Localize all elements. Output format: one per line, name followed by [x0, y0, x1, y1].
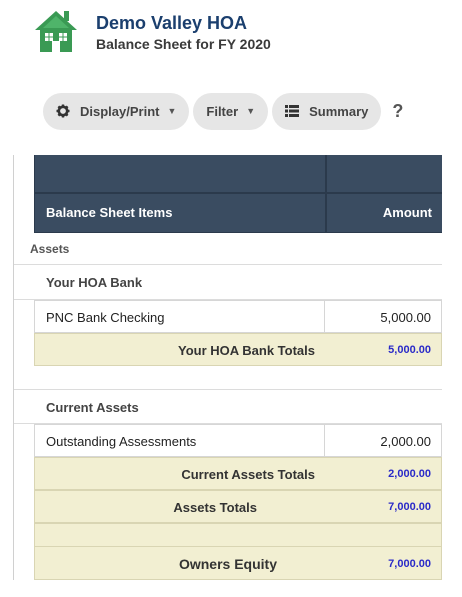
display-print-button[interactable]: Display/Print ▼	[43, 92, 190, 130]
item-amount: 5,000.00	[380, 310, 431, 325]
total-label: Current Assets Totals	[181, 467, 315, 482]
total-amount: 7,000.00	[388, 558, 431, 570]
item-amount: 2,000.00	[380, 434, 431, 449]
section-label: Assets	[30, 242, 70, 256]
group-your-hoa-bank: Your HOA Bank	[14, 265, 442, 300]
help-icon[interactable]: ?	[392, 101, 403, 122]
report-header: Demo Valley HOA Balance Sheet for FY 202…	[0, 0, 462, 64]
display-print-label: Display/Print	[80, 103, 160, 119]
report-title: Balance Sheet for FY 2020	[96, 36, 271, 52]
table-header: Balance Sheet Items Amount	[34, 194, 442, 233]
group-total-row: Current Assets Totals 2,000.00	[34, 457, 442, 490]
total-label: Owners Equity	[178, 556, 277, 572]
total-label: Your HOA Bank Totals	[178, 343, 315, 358]
gear-icon	[56, 104, 70, 118]
section-assets: Assets	[14, 233, 442, 265]
table-row[interactable]: Outstanding Assessments 2,000.00	[34, 424, 442, 457]
balance-sheet-table: Balance Sheet Items Amount Assets Your H…	[13, 155, 442, 580]
total-amount: 7,000.00	[388, 501, 431, 513]
total-amount: 2,000.00	[388, 468, 431, 480]
table-row[interactable]: PNC Bank Checking 5,000.00	[34, 300, 442, 333]
list-icon	[285, 105, 300, 117]
total-amount: 5,000.00	[388, 344, 431, 356]
summary-label: Summary	[309, 103, 369, 119]
column-header-amount: Amount	[382, 205, 432, 220]
group-label: Current Assets	[46, 400, 139, 415]
total-label: Assets Totals	[173, 500, 257, 515]
owners-equity-row: Owners Equity 7,000.00	[34, 546, 442, 580]
item-name: PNC Bank Checking	[46, 310, 165, 325]
caret-down-icon: ▼	[246, 106, 256, 116]
org-name: Demo Valley HOA	[96, 13, 248, 33]
filter-button[interactable]: Filter ▼	[193, 92, 269, 130]
group-total-row: Your HOA Bank Totals 5,000.00	[34, 333, 442, 366]
summary-button[interactable]: Summary	[272, 92, 382, 130]
column-header-items: Balance Sheet Items	[46, 205, 173, 220]
group-current-assets: Current Assets	[14, 389, 442, 424]
spacer-row	[34, 523, 442, 547]
toolbar: Display/Print ▼ Filter ▼ Summary ?	[43, 92, 403, 130]
item-name: Outstanding Assessments	[46, 434, 197, 449]
table-header-top	[34, 155, 442, 194]
house-icon	[33, 8, 79, 54]
caret-down-icon: ▼	[167, 106, 177, 116]
filter-label: Filter	[206, 103, 239, 119]
assets-total-row: Assets Totals 7,000.00	[34, 490, 442, 523]
group-label: Your HOA Bank	[46, 275, 143, 290]
